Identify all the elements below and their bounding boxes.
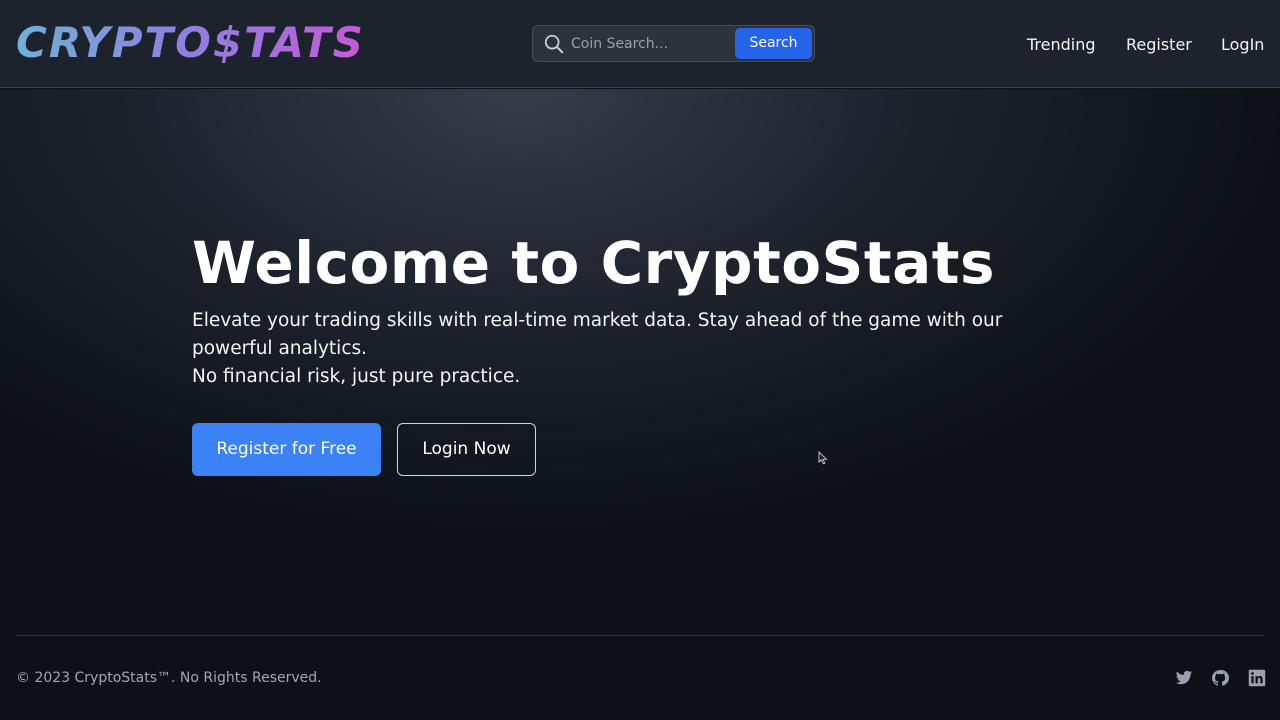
twitter-icon[interactable] xyxy=(1175,669,1193,687)
login-now-button[interactable]: Login Now xyxy=(397,423,536,476)
navbar: CRYPTO$TATS Search Trending Register Log… xyxy=(0,0,1280,88)
linkedin-icon[interactable] xyxy=(1248,669,1266,687)
copyright-text: © 2023 CryptoStats™. No Rights Reserved. xyxy=(16,670,322,686)
footer: © 2023 CryptoStats™. No Rights Reserved. xyxy=(0,635,1280,720)
hero-description-line-1: Elevate your trading skills with real-ti… xyxy=(192,310,1003,359)
hero-description: Elevate your trading skills with real-ti… xyxy=(192,307,1032,391)
nav-links: Trending Register LogIn xyxy=(0,33,1280,57)
github-icon[interactable] xyxy=(1211,669,1229,687)
nav-link-register[interactable]: Register xyxy=(1126,33,1192,57)
footer-divider xyxy=(16,635,1264,636)
nav-link-login[interactable]: LogIn xyxy=(1221,33,1264,57)
hero-section: Welcome to CryptoStats Elevate your trad… xyxy=(0,89,1280,635)
register-for-free-button[interactable]: Register for Free xyxy=(192,423,381,476)
nav-link-trending[interactable]: Trending xyxy=(1027,33,1096,57)
hero-title: Welcome to CryptoStats xyxy=(192,229,996,297)
hero-description-line-2: No financial risk, just pure practice. xyxy=(192,366,521,387)
mouse-cursor-icon xyxy=(818,451,828,465)
